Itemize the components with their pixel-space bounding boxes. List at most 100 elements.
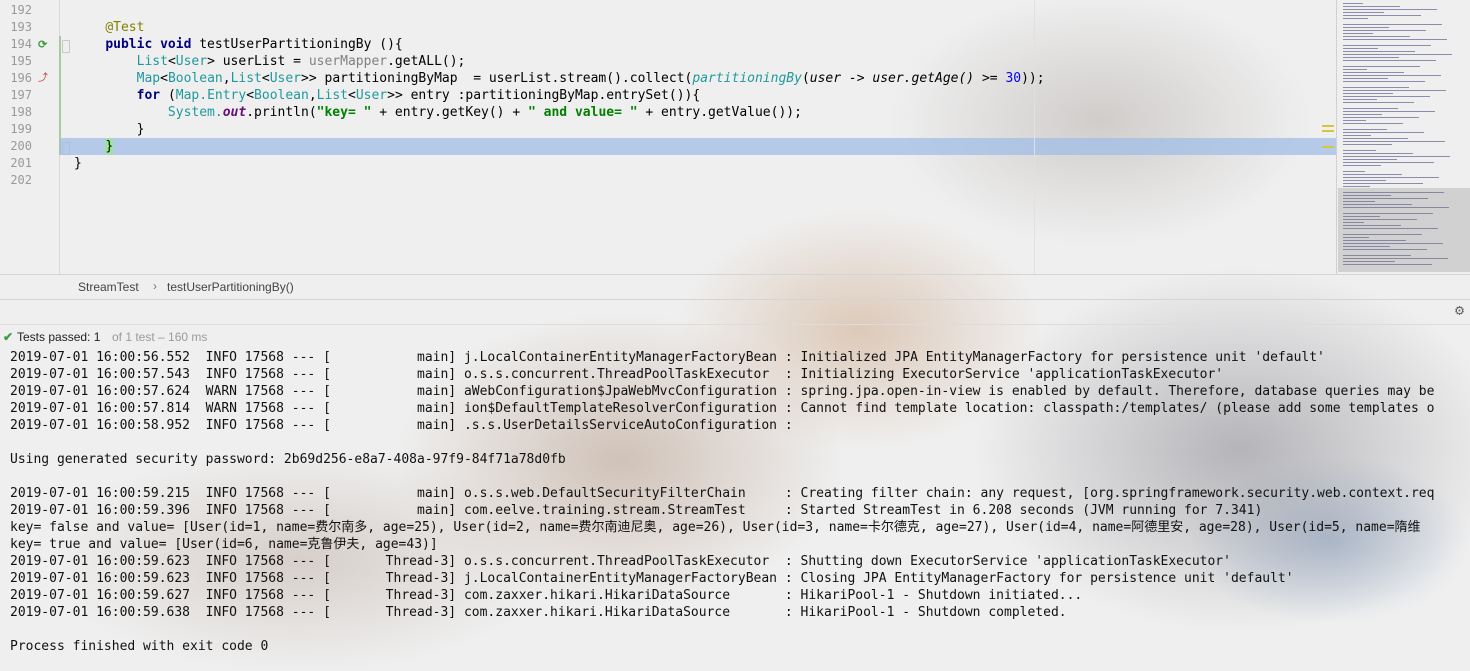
code-token: out [222,105,247,120]
code-line[interactable]: for (Map.Entry<Boolean,List<User>> entry… [74,87,701,104]
line-number[interactable]: 200 [10,138,32,155]
code-token: Map.Entry [175,88,247,103]
minimap-line [1343,117,1419,118]
code-token: > [207,54,223,69]
minimap-line [1343,24,1442,25]
minimap-line [1343,171,1365,172]
code-editor[interactable]: 192 193 194 195 196 197 198 199 200 201 202 ⟳ ⤴ @T… [0,0,1470,274]
minimap-line [1343,141,1445,142]
minimap-line [1343,93,1393,94]
breadcrumb-class[interactable]: StreamTest [78,280,139,294]
tests-passed-label: Tests passed: 1 [17,330,101,344]
code-token: .println( [246,105,317,120]
minimap-line [1343,18,1368,19]
warning-marker[interactable] [1322,125,1334,127]
test-status-bar: ✔ Tests passed: 1 of 1 test – 160 ms [0,326,1470,348]
console-line[interactable]: 2019-07-01 16:00:59.215 INFO 17568 --- [… [10,485,1434,502]
console-line[interactable]: 2019-07-01 16:00:59.627 INFO 17568 --- [… [10,587,1082,604]
code-token: >> entry :partitioningByMap.entrySet()){ [387,88,701,103]
line-number[interactable]: 198 [10,104,32,121]
minimap-line [1343,132,1424,133]
minimap-line [1343,186,1370,187]
console-line[interactable]: 2019-07-01 16:00:57.814 WARN 17568 --- [… [10,400,1434,417]
minimap-line [1343,54,1452,55]
console-line[interactable]: 2019-07-01 16:00:57.624 WARN 17568 --- [… [10,383,1434,400]
console-line[interactable]: 2019-07-01 16:00:56.552 INFO 17568 --- [… [10,349,1325,366]
code-token: userMapper [308,54,388,69]
run-test-icon[interactable]: ⟳ [38,36,47,53]
code-token: ( [801,71,810,86]
breadcrumb-method[interactable]: testUserPartitioningBy() [167,280,294,294]
code-token: < [246,88,255,103]
console-output[interactable]: 2019-07-01 16:00:56.552 INFO 17568 --- [… [0,349,1470,671]
console-line[interactable]: 2019-07-01 16:00:57.543 INFO 17568 --- [… [10,366,1223,383]
code-token: } [74,122,145,137]
line-number[interactable]: 196 [10,70,32,87]
minimap-line [1343,9,1437,10]
tests-summary-label: of 1 test – 160 ms [112,330,208,344]
console-line[interactable]: 2019-07-01 16:00:58.952 INFO 17568 --- [… [10,417,793,434]
line-number[interactable]: 202 [10,172,32,189]
console-line[interactable]: key= true and value= [User(id=6, name=克鲁… [10,536,438,553]
minimap-line [1343,48,1378,49]
code-token: + entry.getValue()); [637,105,802,120]
minimap-line [1343,96,1430,97]
minimap-line [1343,69,1367,70]
minimap-line [1343,90,1446,91]
console-line[interactable]: 2019-07-01 16:00:59.623 INFO 17568 --- [… [10,553,1231,570]
fold-marker-icon[interactable] [62,40,70,53]
code-line[interactable]: } [74,121,145,138]
code-line[interactable]: @Test [74,19,144,36]
console-line[interactable]: key= false and value= [User(id=1, name=费… [10,519,1421,536]
code-token: )); [1021,71,1045,86]
code-token: "key= " [316,105,372,120]
editor-gutter[interactable]: 192 193 194 195 196 197 198 199 200 201 202 ⟳ ⤴ [0,0,70,274]
minimap-line [1343,138,1408,139]
line-number[interactable]: 193 [10,19,32,36]
code-token: 30 [1005,71,1022,86]
minimap-line [1343,114,1382,115]
code-line[interactable]: System.out.println("key= " + entry.getKe… [74,104,802,121]
line-number[interactable]: 201 [10,155,32,172]
code-line[interactable]: } [74,155,82,172]
line-number[interactable]: 197 [10,87,32,104]
warning-marker[interactable] [1322,146,1334,148]
minimap-line [1343,66,1420,67]
code-token: (){ [379,37,403,52]
line-number[interactable]: 195 [10,53,32,70]
minimap-line [1343,30,1426,31]
code-token: public void [105,37,200,52]
line-number[interactable]: 194 [10,36,32,53]
gear-icon[interactable]: ⚙ [1455,302,1464,318]
console-line[interactable]: 2019-07-01 16:00:59.623 INFO 17568 --- [… [10,570,1294,587]
code-token: < [160,71,168,86]
console-line[interactable]: 2019-07-01 16:00:59.396 INFO 17568 --- [… [10,502,1262,519]
line-number[interactable]: 192 [10,2,32,19]
code-line[interactable]: List<User> userList = userMapper.getALL(… [74,53,466,70]
minimap-line [1343,51,1415,52]
code-token: user -> user.getAge() [809,71,982,86]
minimap-line [1343,180,1386,181]
minimap-line [1343,162,1434,163]
minimap-line [1343,108,1398,109]
run-toolbar: ⚙ [0,298,1470,325]
warning-marker[interactable] [1322,130,1334,132]
code-token: for [136,88,168,103]
code-token: < [261,71,270,86]
code-token: >> [301,71,325,86]
console-line[interactable]: Using generated security password: 2b69d… [10,451,566,468]
code-token: >= [981,71,1006,86]
code-minimap[interactable] [1336,0,1470,274]
test-marker-icon[interactable]: ⤴ [38,70,48,87]
line-number[interactable]: 199 [10,121,32,138]
code-line[interactable]: Map<Boolean,List<User>> partitioningByMa… [74,70,1045,87]
code-line[interactable]: } [74,138,114,155]
console-line[interactable]: 2019-07-01 16:00:59.638 INFO 17568 --- [… [10,604,1067,621]
minimap-line [1343,144,1392,145]
code-line[interactable]: public void testUserPartitioningBy (){ [74,36,403,53]
console-line[interactable]: Process finished with exit code 0 [10,638,268,655]
minimap-viewport[interactable] [1338,188,1470,272]
